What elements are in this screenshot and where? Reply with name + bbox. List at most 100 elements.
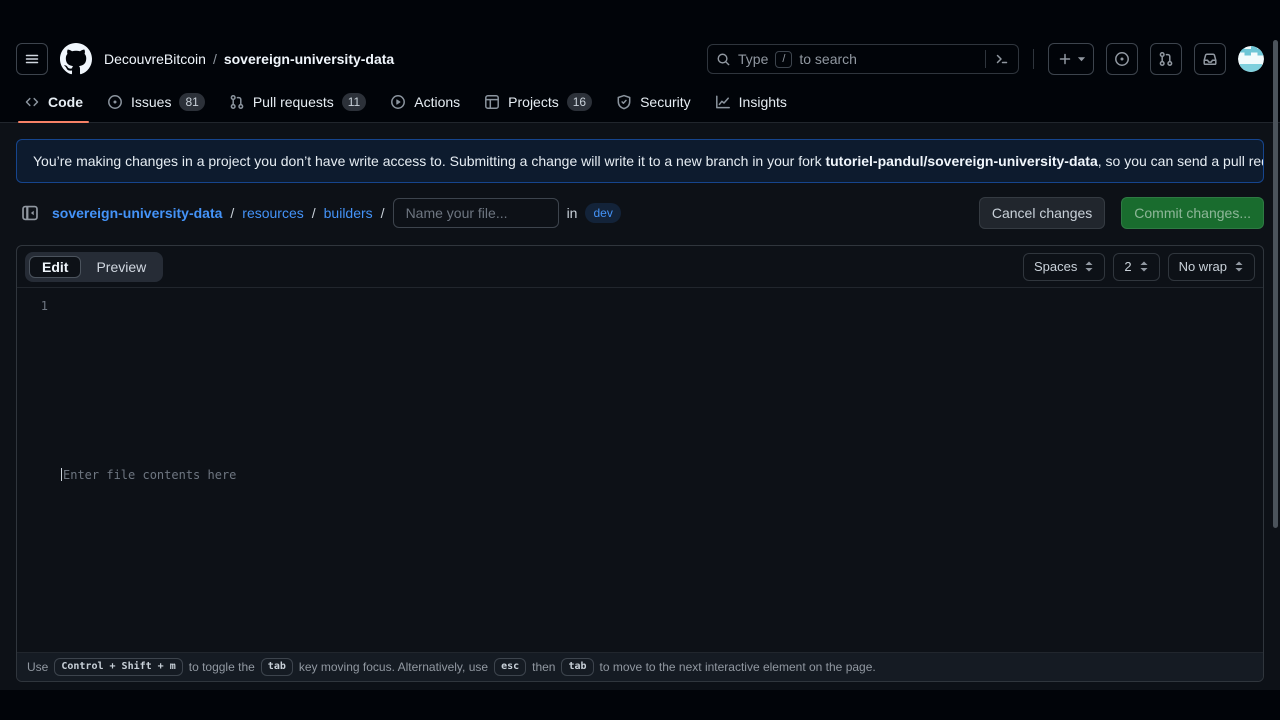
tab-issues[interactable]: Issues 81	[99, 81, 213, 122]
indent-size-value: 2	[1124, 259, 1131, 274]
file-name-input[interactable]	[393, 198, 559, 228]
code-icon	[24, 94, 40, 110]
path-folder-resources-link[interactable]: resources	[242, 205, 303, 221]
up-down-arrows-icon	[1084, 260, 1094, 273]
path-folder-builders-link[interactable]: builders	[324, 205, 373, 221]
issues-header-button[interactable]	[1106, 43, 1138, 75]
path-repo-link[interactable]: sovereign-university-data	[52, 205, 222, 221]
footer-text: to toggle the	[189, 660, 255, 674]
search-placeholder-post: to search	[799, 51, 857, 67]
footer-text: then	[532, 660, 555, 674]
github-logo-icon[interactable]	[60, 43, 92, 75]
command-palette-button[interactable]	[985, 50, 1010, 68]
file-tree-icon	[21, 204, 39, 222]
tab-label: Actions	[414, 94, 460, 110]
repo-nav: Code Issues 81 Pull requests 11 Actions	[0, 81, 1280, 123]
tab-preview[interactable]: Preview	[83, 256, 159, 278]
file-path-row: sovereign-university-data / resources / …	[16, 197, 1264, 229]
indent-mode-value: Spaces	[1034, 259, 1077, 274]
indent-size-select[interactable]: 2	[1113, 253, 1159, 281]
search-divider	[985, 50, 986, 68]
tab-insights[interactable]: Insights	[707, 81, 795, 122]
header-divider	[1033, 49, 1034, 69]
page-body: You’re making changes in a project you d…	[0, 123, 1280, 690]
editor-toolbar: Edit Preview Spaces 2	[17, 246, 1263, 288]
plus-icon	[1057, 51, 1073, 67]
file-tree-toggle-button[interactable]	[16, 199, 44, 227]
breadcrumb-owner-link[interactable]: DecouvreBitcoin	[104, 51, 206, 67]
line-number: 1	[17, 297, 61, 652]
footer-text: key moving focus. Alternatively, use	[299, 660, 488, 674]
slash-key-hint: /	[775, 51, 792, 68]
path-separator: /	[230, 205, 234, 221]
search-placeholder-pre: Type	[738, 51, 768, 67]
command-palette-icon	[994, 51, 1010, 67]
kbd-tab: tab	[261, 658, 293, 676]
fork-notice-banner: You’re making changes in a project you d…	[16, 139, 1264, 183]
issue-opened-icon	[107, 94, 123, 110]
commit-changes-button[interactable]: Commit changes...	[1121, 197, 1264, 229]
inbox-icon	[1202, 51, 1218, 67]
tab-label: Insights	[739, 94, 787, 110]
projects-count-badge: 16	[567, 93, 592, 111]
inbox-header-button[interactable]	[1194, 43, 1226, 75]
pull-request-icon	[229, 94, 245, 110]
footer-text: to move to the next interactive element …	[600, 660, 876, 674]
pull-request-icon	[1158, 51, 1174, 67]
path-separator: /	[381, 205, 385, 221]
global-search-input[interactable]: Type / to search	[707, 44, 1019, 74]
edit-preview-segmented-control: Edit Preview	[25, 252, 163, 282]
tab-label: Pull requests	[253, 94, 334, 110]
hamburger-icon	[24, 51, 40, 67]
header-breadcrumb: DecouvreBitcoin / sovereign-university-d…	[104, 51, 394, 67]
breadcrumb-separator: /	[213, 51, 217, 67]
window-chrome-strip	[0, 690, 1280, 720]
up-down-arrows-icon	[1139, 260, 1149, 273]
text-cursor	[61, 468, 62, 481]
tab-security[interactable]: Security	[608, 81, 699, 122]
branch-badge[interactable]: dev	[585, 203, 620, 223]
issue-opened-icon	[1114, 51, 1130, 67]
page-scrollbar[interactable]	[1273, 40, 1278, 528]
kbd-control-shift-m: Control + Shift + m	[54, 658, 182, 676]
play-circle-icon	[390, 94, 406, 110]
up-down-arrows-icon	[1234, 260, 1244, 273]
avatar[interactable]	[1238, 46, 1264, 72]
editor-placeholder-text: Enter file contents here	[63, 466, 236, 484]
window-chrome-strip	[0, 0, 1280, 37]
table-icon	[484, 94, 500, 110]
tab-code[interactable]: Code	[16, 81, 91, 122]
tab-projects[interactable]: Projects 16	[476, 81, 600, 122]
search-icon	[716, 52, 731, 67]
tab-pull-requests[interactable]: Pull requests 11	[221, 81, 374, 122]
graph-icon	[715, 94, 731, 110]
editor-settings: Spaces 2 No wrap	[1023, 253, 1255, 281]
create-new-button[interactable]	[1048, 43, 1094, 75]
in-label: in	[567, 205, 578, 221]
code-editor-area[interactable]: 1 Enter file contents here	[17, 288, 1263, 652]
kbd-esc: esc	[494, 658, 526, 676]
cancel-changes-button[interactable]: Cancel changes	[979, 197, 1105, 229]
banner-text: You’re making changes in a project you d…	[33, 153, 1264, 169]
breadcrumb-repo-link[interactable]: sovereign-university-data	[224, 51, 394, 67]
shield-icon	[616, 94, 632, 110]
github-new-file-page: DecouvreBitcoin / sovereign-university-d…	[0, 0, 1280, 720]
tab-label: Code	[48, 94, 83, 110]
tab-actions[interactable]: Actions	[382, 81, 468, 122]
fork-name: tutoriel-pandul/sovereign-university-dat…	[825, 153, 1097, 169]
hamburger-menu-button[interactable]	[16, 43, 48, 75]
pull-requests-count-badge: 11	[342, 93, 366, 111]
wrap-mode-value: No wrap	[1179, 259, 1227, 274]
editor-accessibility-footer: Use Control + Shift + m to toggle the ta…	[17, 652, 1263, 681]
path-separator: /	[312, 205, 316, 221]
tab-label: Projects	[508, 94, 559, 110]
editor-placeholder-line: Enter file contents here	[61, 297, 236, 652]
tab-label: Issues	[131, 94, 171, 110]
indent-mode-select[interactable]: Spaces	[1023, 253, 1105, 281]
tab-label: Security	[640, 94, 691, 110]
wrap-mode-select[interactable]: No wrap	[1168, 253, 1255, 281]
tab-edit[interactable]: Edit	[29, 256, 81, 278]
caret-down-icon	[1077, 56, 1086, 62]
pull-requests-header-button[interactable]	[1150, 43, 1182, 75]
file-editor: Edit Preview Spaces 2	[16, 245, 1264, 682]
